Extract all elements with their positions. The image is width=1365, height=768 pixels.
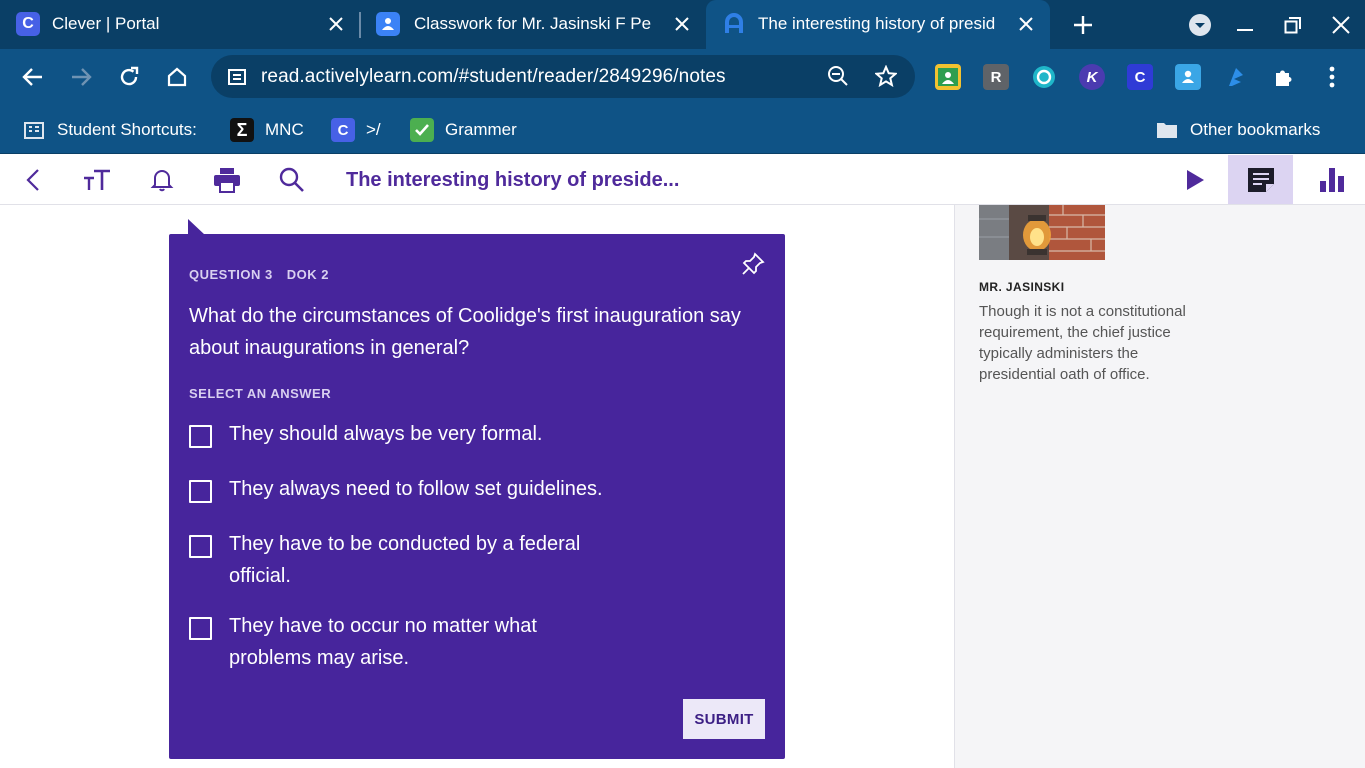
minimize-icon[interactable] [1232,12,1258,38]
question-number: QUESTION 3 [189,267,273,282]
submit-button[interactable]: SUBMIT [683,699,765,739]
bookmark-label: Other bookmarks [1190,120,1321,139]
answer-option[interactable]: They have to be conducted by a federal o… [189,533,619,592]
bookmark-grammer[interactable]: Grammer [410,116,517,144]
pin-icon[interactable] [741,252,767,278]
note-author: MR. JASINSKI [979,280,1065,294]
site-info-icon[interactable] [227,67,247,92]
url-text[interactable]: read.activelylearn.com/#student/reader/2… [261,66,726,88]
print-icon[interactable] [211,165,243,195]
bookmark-label: >/ [366,120,381,139]
k-extension-icon[interactable]: K [1079,64,1105,90]
profile-extension-icon[interactable] [1175,64,1201,90]
question-card: QUESTION 3 DOK 2 What do the circumstance… [169,234,785,759]
notes-icon [1247,167,1274,192]
reader-header: The interesting history of preside... [0,155,1365,205]
browser-toolbar: read.activelylearn.com/#student/reader/2… [0,49,1365,105]
back-chevron-icon[interactable] [17,165,49,195]
bookmark-student-shortcuts[interactable]: Student Shortcuts: [22,116,197,144]
reload-icon[interactable] [114,62,144,92]
browser-tab-strip: C Clever | Portal Classwork for Mr. Jasi… [0,0,1365,49]
tab-clever-portal[interactable]: C Clever | Portal [0,0,358,49]
classroom-icon [376,12,400,36]
home-icon[interactable] [162,62,192,92]
note-text: Though it is not a constitutional requir… [979,303,1186,383]
notification-bell-icon[interactable] [146,165,178,195]
tab-separator [359,12,361,38]
bookmark-star-icon[interactable] [874,64,898,92]
tab-title: The interesting history of presid [758,14,996,33]
bookmark-label: MNC [265,120,304,139]
answer-checkbox[interactable] [189,480,212,503]
bookmark-mnc[interactable]: Σ MNC [230,116,304,144]
tab-title: Clever | Portal [52,14,160,33]
answer-text[interactable]: They always need to follow set guideline… [229,473,603,505]
actively-learn-icon [722,12,746,36]
stats-bar-chart-icon[interactable] [1316,165,1348,195]
question-text: What do the circumstances of Coolidge's … [189,305,741,359]
close-tab-icon[interactable] [670,12,694,36]
play-icon[interactable] [1179,165,1211,195]
zoom-icon[interactable] [827,65,849,92]
new-tab-plus-icon[interactable] [1070,12,1096,38]
answer-text[interactable]: They should always be very formal. [229,418,542,450]
answer-checkbox[interactable] [189,425,212,448]
extensions-puzzle-icon[interactable] [1271,64,1297,90]
tab-classwork[interactable]: Classwork for Mr. Jasinski F Pe [362,0,704,49]
select-answer-label: SELECT AN ANSWER [189,386,332,401]
back-arrow-icon[interactable] [18,62,48,92]
r-extension-icon[interactable]: R [983,64,1009,90]
answer-checkbox[interactable] [189,617,212,640]
notes-tab[interactable] [1228,155,1293,204]
forward-arrow-icon[interactable] [66,62,96,92]
dok-level: DOK 2 [286,267,329,282]
clever-extension-icon[interactable]: C [1127,64,1153,90]
feather-extension-icon[interactable] [1223,64,1249,90]
clever-favicon-icon: C [16,12,40,36]
answer-text[interactable]: They have to be conducted by a federal o… [229,528,609,592]
bookmarks-bar: Student Shortcuts: Σ MNC C >/ Grammer Ot… [0,105,1365,154]
check-icon [410,118,434,142]
answer-option[interactable]: They always need to follow set guideline… [189,478,609,505]
bookmark-label: Student Shortcuts: [57,120,197,139]
answer-option[interactable]: They have to occur no matter what proble… [189,615,619,674]
browser-menu-kebab-icon[interactable] [1319,64,1345,90]
classroom-extension-icon[interactable] [935,64,961,90]
answer-text[interactable]: They have to occur no matter what proble… [229,610,569,674]
bookmark-label: Grammer [445,120,517,139]
bookmark-clever[interactable]: C >/ [331,116,381,144]
answer-option[interactable]: They should always be very formal. [189,423,609,450]
other-bookmarks[interactable]: Other bookmarks [1155,116,1320,144]
folder-icon [1155,118,1179,142]
shield-extension-icon[interactable] [1031,64,1057,90]
page-title: The interesting history of preside... [346,169,680,191]
tab-title: Classwork for Mr. Jasinski F Pe [414,14,652,33]
restore-icon[interactable] [1280,12,1306,38]
notes-panel: MR. JASINSKI Though it is not a constitu… [954,205,1365,768]
address-bar[interactable]: read.activelylearn.com/#student/reader/2… [211,55,915,98]
close-tab-icon[interactable] [324,12,348,36]
card-pointer [188,219,205,235]
tab-interesting-history[interactable]: The interesting history of presid [706,0,1050,49]
search-icon[interactable] [276,165,308,195]
note-image-thumbnail[interactable] [979,205,1105,260]
close-window-icon[interactable] [1328,12,1354,38]
building-icon [22,118,46,142]
answer-checkbox[interactable] [189,535,212,558]
tab-search-dropdown-icon[interactable] [1187,12,1213,38]
text-size-icon[interactable] [81,165,113,195]
clever-icon: C [331,118,355,142]
close-tab-icon[interactable] [1014,12,1038,36]
question-meta: QUESTION 3 DOK 2 [189,267,343,282]
sigma-icon: Σ [230,118,254,142]
